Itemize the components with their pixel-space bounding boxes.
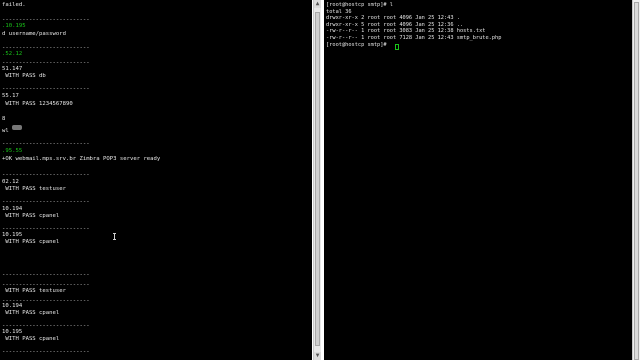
left-terminal-line: 55.17 [2, 93, 19, 99]
right-terminal-line: [root@hostcp smtp]# [326, 41, 390, 48]
left-terminal-line: 10.195 [2, 232, 23, 238]
left-terminal-line: -------------------------- [2, 349, 90, 355]
left-scrollbar[interactable]: ▲ ▼ [313, 0, 321, 360]
left-terminal-line: wl [2, 128, 9, 134]
right-scrollbar[interactable] [632, 0, 640, 360]
left-terminal-line: -------------------------- [2, 199, 90, 205]
left-terminal-line: -------------------------- [2, 172, 90, 178]
right-terminal-line: -rw-r--r-- 1 root root 3083 Jan 25 12:38… [326, 28, 486, 35]
left-terminal-line: -------------------------- [2, 272, 90, 278]
left-terminal-line: -------------------------- [2, 141, 90, 147]
left-terminal-line: 10.195 [2, 329, 23, 335]
left-terminal-pane[interactable]: failed. -------------------------- .10.195… [0, 0, 312, 360]
left-terminal-line: .52.12 [2, 51, 23, 57]
left-terminal-line: d username/password [2, 31, 66, 37]
text-cursor-icon [113, 233, 116, 240]
left-terminal-line: WITH PASS cpanel [2, 213, 60, 219]
left-terminal-line: -------------------------- [2, 86, 90, 92]
scroll-up-arrow-icon[interactable]: ▲ [314, 0, 321, 8]
left-terminal-line: 10.194 [2, 206, 23, 212]
left-scrollbar-thumb[interactable] [315, 12, 320, 346]
scroll-down-arrow-icon[interactable]: ▼ [314, 352, 321, 360]
left-terminal-line: WITH PASS db [2, 73, 46, 79]
left-terminal-line: 02.12 [2, 179, 19, 185]
left-terminal-line: 8 [2, 116, 6, 122]
left-terminal-line: WITH PASS cpanel [2, 336, 60, 342]
left-terminal-line: 51.147 [2, 66, 23, 72]
left-terminal-line: 10.194 [2, 303, 23, 309]
right-scrollbar-thumb[interactable] [634, 2, 639, 360]
left-terminal-line: WITH PASS 1234567890 [2, 101, 73, 107]
left-terminal-line: WITH PASS testuser [2, 288, 66, 294]
right-terminal-line: drwxr-xr-x 2 root root 4096 Jan 25 12:43… [326, 15, 460, 22]
left-terminal-line: WITH PASS cpanel [2, 239, 60, 245]
left-terminal-line: .95.55 [2, 148, 23, 154]
right-terminal-line: drwxr-xr-x 5 root root 4096 Jan 25 12:36… [326, 21, 464, 28]
left-terminal-line: failed. [2, 2, 26, 8]
left-terminal-line: WITH PASS cpanel [2, 310, 60, 316]
left-terminal-line: +OK webmail.mps.srv.br Zimbra POP3 serve… [2, 156, 161, 162]
right-terminal-line: total 36 [326, 8, 352, 15]
right-terminal-pane[interactable]: [root@hostcp smtp]# l total 36 drwxr-xr-x … [324, 0, 640, 360]
terminal-cursor [395, 44, 399, 50]
right-terminal-line: -rw-r--r-- 1 root root 7128 Jan 25 12:43… [326, 35, 502, 41]
left-terminal-line: .10.195 [2, 23, 26, 29]
redacted-smudge [12, 125, 22, 130]
left-terminal-line: WITH PASS testuser [2, 186, 66, 192]
right-terminal-line: [root@hostcp smtp]# l [326, 2, 393, 8]
